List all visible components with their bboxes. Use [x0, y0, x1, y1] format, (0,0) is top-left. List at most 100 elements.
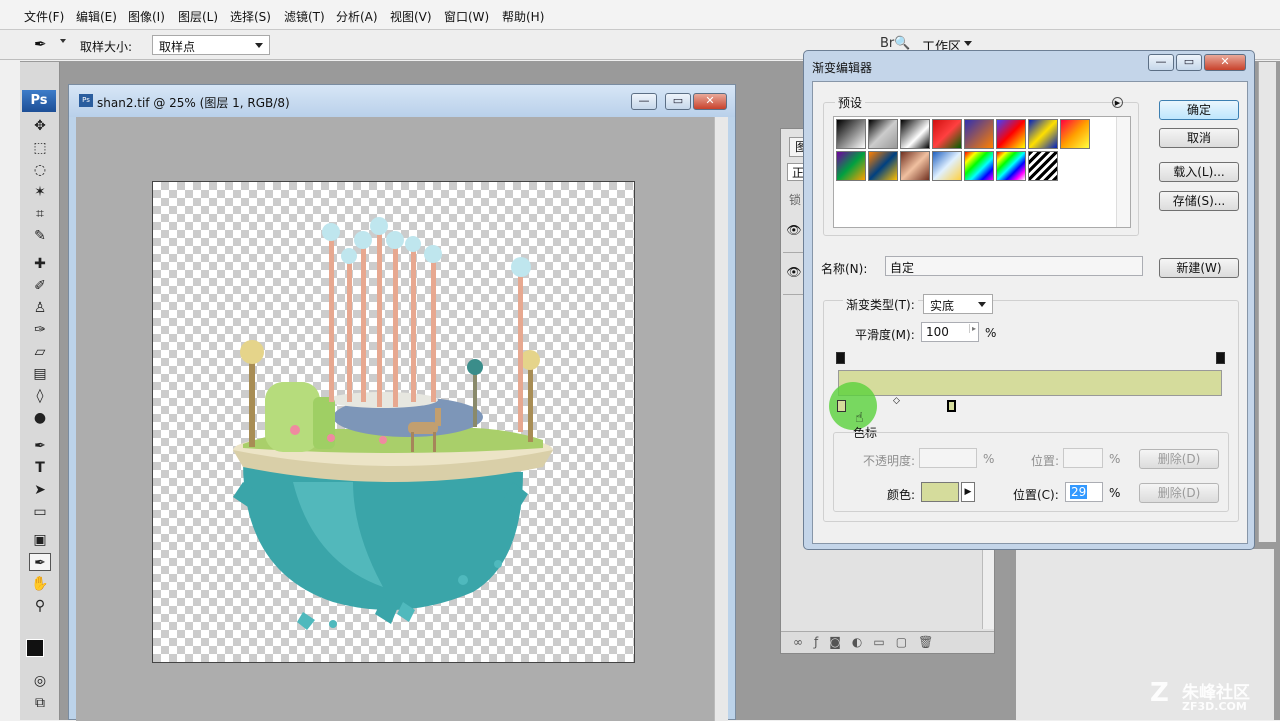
delete-opacity-stop-button: 删除(D) — [1139, 449, 1219, 469]
dodge-tool-icon[interactable]: ● — [29, 409, 51, 427]
doc-maximize-button[interactable]: ▭ — [665, 93, 691, 110]
screen-mode-icon[interactable]: ⧉ — [29, 694, 51, 712]
preset-swatch[interactable] — [996, 151, 1026, 181]
document-title-bar[interactable]: Ps shan2.tif @ 25% (图层 1, RGB/8) — ▭ ✕ — [69, 85, 735, 117]
ok-button[interactable]: 确定 — [1159, 100, 1239, 120]
foreground-color-swatch[interactable] — [26, 639, 44, 657]
shape-tool-icon[interactable]: ▭ — [29, 503, 51, 521]
pen-tool-icon[interactable]: ✒ — [29, 437, 51, 455]
eyedropper-icon[interactable]: ✒ — [34, 35, 47, 53]
trash-icon[interactable]: 🗑 — [918, 635, 944, 649]
move-tool-icon[interactable]: ✥ — [29, 117, 51, 135]
bridge-icon[interactable]: Br🔍 — [880, 36, 910, 51]
tool-preset-arrow-icon[interactable] — [60, 39, 66, 43]
preset-swatch[interactable] — [836, 119, 866, 149]
smoothness-percent: % — [985, 326, 997, 340]
doc-close-button[interactable]: ✕ — [693, 93, 727, 110]
dialog-maximize-button[interactable]: ▭ — [1176, 54, 1202, 71]
preset-swatch[interactable] — [964, 151, 994, 181]
history-brush-icon[interactable]: ✑ — [29, 321, 51, 339]
marquee-tool-icon[interactable]: ⬚ — [29, 139, 51, 157]
gradient-bar[interactable] — [838, 370, 1222, 396]
color-menu-arrow-icon[interactable]: ▶ — [961, 482, 975, 502]
layer-visibility-eye-icon[interactable]: 👁 — [783, 255, 805, 295]
presets-menu-arrow-icon[interactable]: ▶ — [1112, 97, 1123, 108]
mask-icon[interactable]: ◙ — [829, 635, 852, 649]
preset-swatch[interactable] — [1060, 119, 1090, 149]
color-position-label: 位置(C): — [1013, 488, 1059, 502]
adjustment-icon[interactable]: ◐ — [852, 635, 873, 649]
hand-tool-icon[interactable]: ✋ — [29, 575, 51, 593]
preset-swatch[interactable] — [900, 119, 930, 149]
gradient-name-input[interactable]: 自定 — [885, 256, 1143, 276]
preset-swatch[interactable] — [1028, 119, 1058, 149]
lasso-tool-icon[interactable]: ◌ — [29, 161, 51, 179]
load-button[interactable]: 载入(L)... — [1159, 162, 1239, 182]
slice-tool-icon[interactable]: ✎ — [29, 227, 51, 245]
menu-help[interactable]: 帮助(H) — [502, 8, 544, 25]
crop-tool-icon[interactable]: ⌗ — [29, 205, 51, 223]
clone-stamp-icon[interactable]: ♙ — [29, 299, 51, 317]
menu-select[interactable]: 选择(S) — [230, 8, 271, 25]
menu-image[interactable]: 图像(I) — [128, 8, 165, 25]
dialog-minimize-button[interactable]: — — [1148, 54, 1174, 71]
group-folder-icon[interactable]: ▭ — [873, 635, 895, 649]
sample-size-select[interactable]: 取样点 — [152, 35, 270, 55]
menu-filter[interactable]: 滤镜(T) — [284, 8, 325, 25]
opacity-percent: % — [983, 452, 995, 466]
opacity-position-label: 位置: — [1031, 454, 1060, 468]
dialog-close-button[interactable]: ✕ — [1204, 54, 1246, 71]
quick-mask-icon[interactable]: ◎ — [29, 672, 51, 690]
eyedropper-tool-icon[interactable]: ✒ — [29, 553, 51, 571]
layer-visibility-eye-icon[interactable]: 👁 — [783, 213, 805, 253]
preset-swatch[interactable] — [836, 151, 866, 181]
midpoint-diamond-icon[interactable]: ◇ — [893, 396, 900, 406]
preset-swatch[interactable] — [964, 119, 994, 149]
presets-scrollbar[interactable] — [1116, 117, 1130, 227]
doc-minimize-button[interactable]: — — [631, 93, 657, 110]
image-canvas[interactable] — [152, 181, 635, 663]
smoothness-arrow-icon[interactable]: ▸ — [968, 324, 976, 333]
preset-swatch[interactable] — [1028, 151, 1058, 181]
cancel-button[interactable]: 取消 — [1159, 128, 1239, 148]
new-layer-icon[interactable]: ▢ — [896, 635, 918, 649]
ps-doc-icon: Ps — [79, 94, 93, 107]
fx-icon[interactable]: ƒ — [814, 635, 829, 649]
notes-tool-icon[interactable]: ▣ — [29, 531, 51, 549]
menu-analysis[interactable]: 分析(A) — [336, 8, 378, 25]
link-layers-icon[interactable]: ∞ — [793, 635, 814, 649]
menu-view[interactable]: 视图(V) — [390, 8, 432, 25]
magic-wand-tool-icon[interactable]: ✶ — [29, 183, 51, 201]
preset-swatch[interactable] — [900, 151, 930, 181]
smoothness-input[interactable]: 100 ▸ — [921, 322, 979, 342]
eraser-tool-icon[interactable]: ▱ — [29, 343, 51, 361]
preset-swatch[interactable] — [932, 151, 962, 181]
preset-swatch[interactable] — [996, 119, 1026, 149]
opacity-stop-left[interactable] — [836, 352, 845, 364]
workspace-chevron-icon[interactable] — [964, 41, 972, 46]
color-position-input[interactable]: 29 — [1065, 482, 1103, 502]
type-tool-icon[interactable]: T — [29, 459, 51, 477]
healing-brush-icon[interactable]: ✚ — [29, 255, 51, 273]
opacity-stop-right[interactable] — [1216, 352, 1225, 364]
color-stop-left[interactable] — [837, 400, 846, 412]
preset-swatch[interactable] — [868, 151, 898, 181]
dialog-title-bar[interactable]: 渐变编辑器 — ▭ ✕ — [804, 51, 1254, 81]
preset-swatch[interactable] — [932, 119, 962, 149]
save-button[interactable]: 存储(S)... — [1159, 191, 1239, 211]
gradient-tool-icon[interactable]: ▤ — [29, 365, 51, 383]
path-select-icon[interactable]: ➤ — [29, 481, 51, 499]
zoom-tool-icon[interactable]: ⚲ — [29, 597, 51, 615]
color-stop-selected[interactable] — [947, 400, 956, 412]
doc-vertical-scrollbar[interactable] — [714, 117, 728, 721]
menu-edit[interactable]: 编辑(E) — [76, 8, 117, 25]
menu-window[interactable]: 窗口(W) — [444, 8, 489, 25]
menu-file[interactable]: 文件(F) — [24, 8, 64, 25]
preset-swatch[interactable] — [868, 119, 898, 149]
blur-tool-icon[interactable]: ◊ — [29, 387, 51, 405]
menu-layer[interactable]: 图层(L) — [178, 8, 218, 25]
new-button[interactable]: 新建(W) — [1159, 258, 1239, 278]
brush-tool-icon[interactable]: ✐ — [29, 277, 51, 295]
stop-color-swatch[interactable] — [921, 482, 959, 502]
gradient-type-select[interactable]: 实底 — [923, 294, 993, 314]
